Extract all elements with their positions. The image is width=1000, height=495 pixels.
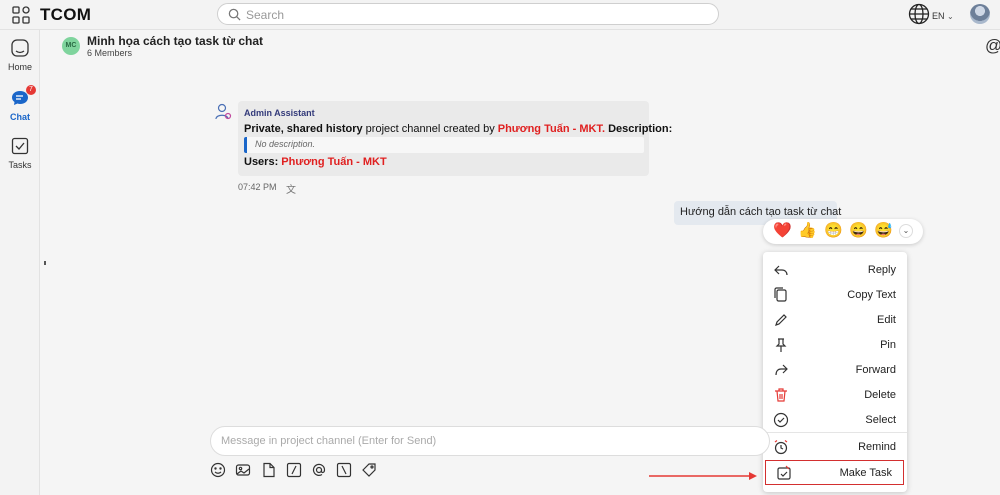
search-placeholder: Search: [246, 8, 285, 22]
my-message-text: Hướng dẫn cách tạo task từ chat: [680, 206, 842, 218]
menu-label: Delete: [864, 389, 896, 401]
reaction-bar: ❤️ 👍 😁 😄 😅 ⌄: [763, 219, 923, 244]
brand-logo: TCOM: [40, 5, 92, 24]
channel-avatar: MC: [62, 37, 80, 55]
remind-icon: [774, 440, 788, 455]
menu-item-delete[interactable]: Delete: [763, 383, 907, 408]
file-icon[interactable]: [261, 462, 277, 478]
reaction-heart[interactable]: ❤️: [773, 221, 792, 241]
channel-header: MC Minh họa cách tạo task từ chat 6 Memb…: [41, 30, 1000, 62]
make-task-icon: [777, 465, 791, 480]
nav-label-chat: Chat: [10, 112, 30, 122]
delete-icon: [775, 388, 787, 402]
reaction-sweat-smile[interactable]: 😅: [874, 221, 893, 241]
description-quote: No description.: [244, 137, 644, 153]
home-icon: [11, 39, 29, 57]
system-message-line1: Private, shared history project channel …: [244, 123, 672, 135]
forward-icon: [775, 364, 788, 376]
tag-icon[interactable]: [361, 462, 377, 478]
user-avatar[interactable]: [970, 4, 990, 24]
menu-item-forward[interactable]: Forward: [763, 358, 907, 383]
menu-label: Make Task: [839, 467, 892, 479]
description-label: Description:: [608, 123, 673, 135]
creator-mention[interactable]: Phương Tuấn - MKT: [498, 123, 602, 135]
menu-label: Copy Text: [847, 289, 896, 301]
mention-toolbar-icon[interactable]: [311, 462, 327, 478]
user-mention[interactable]: Phương Tuấn - MKT: [281, 156, 386, 168]
emoji-icon[interactable]: [210, 462, 226, 478]
globe-icon[interactable]: [908, 3, 930, 25]
edit-icon: [775, 314, 787, 326]
menu-label: Edit: [877, 314, 896, 326]
search-icon: [228, 8, 241, 21]
menu-item-remind[interactable]: Remind: [763, 435, 907, 460]
top-bar: TCOM Search EN ⌄: [0, 0, 1000, 30]
channel-members-count[interactable]: 6 Members: [87, 48, 132, 58]
created-by-text: project channel created by: [362, 123, 498, 135]
nav-label-tasks: Tasks: [8, 160, 32, 170]
admin-assistant-avatar: [215, 103, 232, 120]
apps-grid-icon[interactable]: [12, 6, 30, 24]
nav-item-tasks[interactable]: Tasks: [0, 136, 40, 170]
menu-label: Pin: [880, 339, 896, 351]
menu-item-edit[interactable]: Edit: [763, 308, 907, 333]
system-message-sender[interactable]: Admin Assistant: [244, 108, 315, 118]
menu-item-select[interactable]: Select: [763, 408, 907, 433]
tasks-icon: [11, 137, 29, 155]
search-bar[interactable]: Search: [217, 3, 719, 25]
users-label: Users:: [244, 156, 282, 168]
language-selector[interactable]: EN: [932, 11, 945, 21]
nav-item-chat[interactable]: 7 Chat: [0, 85, 40, 122]
pin-icon: [775, 338, 787, 352]
chevron-down-icon[interactable]: ⌄: [947, 12, 954, 21]
select-icon: [773, 412, 789, 428]
translate-icon[interactable]: 文: [286, 181, 296, 196]
more-reactions-button[interactable]: ⌄: [899, 224, 913, 238]
reply-icon: [774, 265, 788, 276]
channel-type: Private, shared history: [244, 123, 363, 135]
system-message-users: Users: Phương Tuấn - MKT: [244, 156, 387, 168]
message-composer: [210, 426, 770, 456]
menu-divider: [763, 432, 907, 433]
menu-item-reply[interactable]: Reply: [763, 258, 907, 283]
reaction-smile[interactable]: 😄: [849, 221, 868, 241]
pointer-arrow: [649, 472, 757, 480]
slash-command-icon[interactable]: [286, 462, 302, 478]
chat-unread-badge: 7: [26, 85, 36, 95]
left-nav: Home 7 Chat Tasks: [0, 30, 40, 495]
image-icon[interactable]: [235, 462, 251, 478]
copy-icon: [774, 287, 787, 302]
mention-icon[interactable]: @: [985, 36, 1000, 56]
nav-item-home[interactable]: Home: [0, 38, 40, 72]
description-text: No description.: [255, 139, 316, 149]
message-timestamp: 07:42 PM: [238, 182, 277, 192]
message-input[interactable]: [221, 433, 761, 449]
menu-item-make-task[interactable]: Make Task: [765, 460, 904, 485]
message-context-menu: Reply Copy Text Edit Pin Forward Delete …: [763, 252, 907, 492]
menu-label: Forward: [855, 364, 896, 376]
menu-item-pin[interactable]: Pin: [763, 333, 907, 358]
menu-label: Remind: [858, 441, 896, 453]
menu-label: Reply: [867, 264, 896, 276]
menu-label: Select: [865, 414, 896, 426]
menu-item-copy-text[interactable]: Copy Text: [763, 283, 907, 308]
reaction-thumbs-up[interactable]: 👍: [798, 221, 817, 241]
reaction-grin[interactable]: 😁: [824, 221, 843, 241]
backslash-command-icon[interactable]: [336, 462, 352, 478]
nav-label-home: Home: [7, 62, 32, 72]
sidebar-collapse-handle[interactable]: [44, 261, 46, 265]
channel-title[interactable]: Minh họa cách tạo task từ chat: [87, 34, 263, 48]
